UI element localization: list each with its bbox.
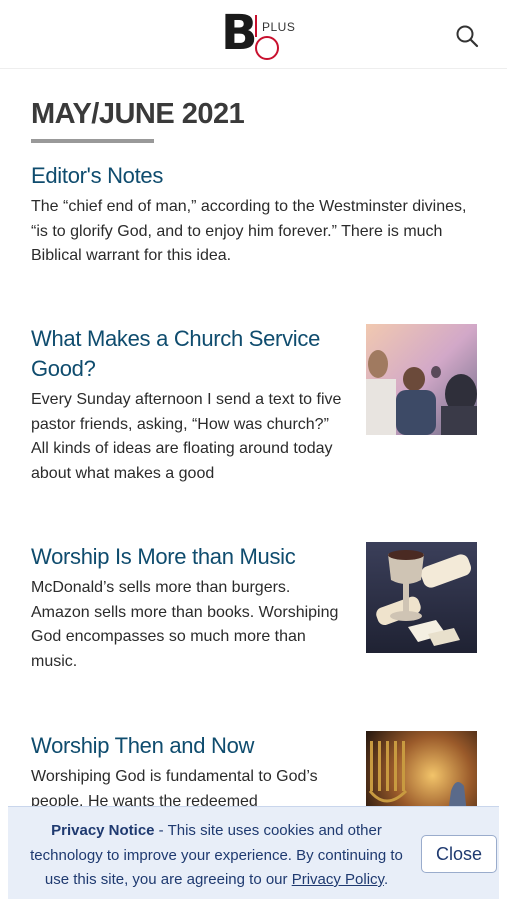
logo-plus-text: PLUS bbox=[262, 20, 296, 34]
article-excerpt: The “chief end of man,” according to the… bbox=[31, 198, 467, 264]
logo-letter: B bbox=[221, 5, 258, 61]
privacy-notice-banner: Privacy Notice - This site uses cookies … bbox=[8, 806, 499, 899]
logo-ring bbox=[255, 36, 279, 60]
privacy-notice-end: . bbox=[383, 871, 389, 888]
article-card: Editor's Notes The “chief end of man,” a… bbox=[31, 161, 477, 269]
privacy-notice-text: Privacy Notice - This site uses cookies … bbox=[24, 819, 409, 893]
article-title[interactable]: Editor's Notes bbox=[31, 161, 477, 191]
close-button[interactable]: Close bbox=[421, 835, 497, 873]
site-header: B PLUS bbox=[0, 0, 507, 69]
article-excerpt: Every Sunday afternoon I send a text to … bbox=[31, 391, 342, 482]
issue-title: MAY/JUNE 2021 bbox=[31, 98, 245, 130]
privacy-policy-link[interactable]: Privacy Policy bbox=[292, 871, 384, 888]
article-excerpt: McDonald’s sells more than burgers. Amaz… bbox=[31, 579, 339, 670]
article-card: Worship Then and Now Worshiping God is f… bbox=[31, 731, 477, 842]
issue-title-underline bbox=[31, 139, 154, 143]
privacy-notice-heading: Privacy Notice bbox=[51, 822, 155, 839]
article-card: What Makes a Church Service Good? Every … bbox=[31, 324, 477, 486]
article-thumbnail[interactable] bbox=[366, 542, 477, 653]
article-title[interactable]: Worship Then and Now bbox=[31, 731, 349, 761]
search-icon[interactable] bbox=[455, 24, 479, 48]
site-logo[interactable]: B PLUS bbox=[219, 5, 295, 61]
article-title[interactable]: What Makes a Church Service Good? bbox=[31, 324, 349, 384]
article-title[interactable]: Worship Is More than Music bbox=[31, 542, 349, 572]
logo-bar bbox=[255, 15, 257, 37]
article-thumbnail[interactable] bbox=[366, 324, 477, 435]
article-card: Worship Is More than Music McDonald’s se… bbox=[31, 542, 477, 674]
